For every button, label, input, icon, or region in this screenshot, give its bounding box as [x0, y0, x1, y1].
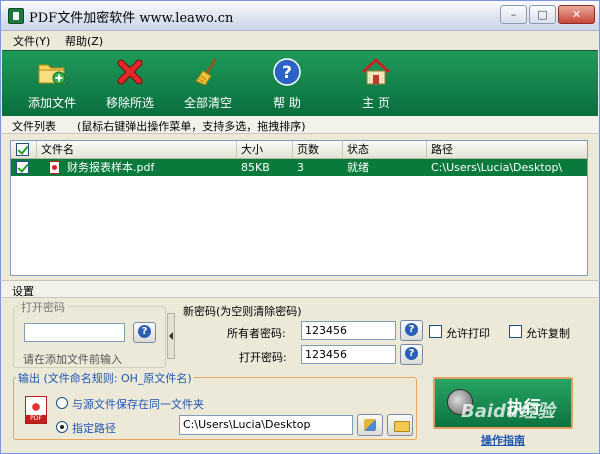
- toolbar: 添加文件 移除所选 全部清空 ? 帮 助 主 页: [2, 50, 598, 116]
- help-label: 帮 助: [273, 96, 301, 110]
- open-password-legend: 打开密码: [19, 299, 67, 315]
- output-legend: 输出 (文件命名规则: OH_原文件名): [16, 370, 194, 386]
- cell-size: 85KB: [241, 161, 270, 174]
- custom-path-radio[interactable]: [56, 421, 68, 433]
- owner-password-input[interactable]: 123456: [301, 321, 396, 340]
- new-open-password-help-button[interactable]: [400, 344, 423, 365]
- close-button[interactable]: ✕: [558, 5, 595, 24]
- settings-header: 设置: [2, 280, 598, 298]
- cell-pages: 3: [297, 161, 304, 174]
- menu-help[interactable]: 帮助(Z): [65, 33, 103, 49]
- menu-file[interactable]: 文件(Y): [13, 33, 50, 49]
- table-row[interactable]: 财务报表样本.pdf 85KB 3 就绪 C:\Users\Lucia\Desk…: [11, 159, 587, 176]
- clear-all-button[interactable]: 全部清空: [168, 54, 248, 114]
- allow-copy-label[interactable]: 允许复制: [526, 325, 570, 341]
- edit-path-button[interactable]: [357, 414, 383, 436]
- owner-password-label: 所有者密码:: [227, 327, 286, 340]
- window-title: PDF文件加密软件 www.leawo.cn: [29, 11, 234, 26]
- app-logo-icon: [8, 8, 24, 24]
- baidu-watermark: Baidu经验: [461, 401, 555, 422]
- remove-selected-label: 移除所选: [105, 96, 154, 110]
- cell-status: 就绪: [347, 161, 369, 174]
- help-question-icon: ?: [273, 58, 301, 86]
- allow-print-checkbox[interactable]: [429, 325, 442, 338]
- red-x-icon: [117, 59, 143, 85]
- app-window: PDF文件加密软件 www.leawo.cn – □ ✕ 文件(Y) 帮助(Z)…: [0, 0, 600, 454]
- minimize-button[interactable]: –: [500, 5, 527, 24]
- home-label: 主 页: [362, 96, 390, 110]
- broom-icon: [195, 58, 217, 86]
- row-checkbox[interactable]: [16, 161, 29, 174]
- file-list-hint: (鼠标右键弹出操作菜单，支持多选，拖拽排序): [77, 120, 306, 133]
- add-file-label: 添加文件: [27, 96, 76, 110]
- cell-path: C:\Users\Lucia\Desktop\: [431, 161, 563, 174]
- help-button[interactable]: ? 帮 助: [247, 54, 327, 114]
- open-password-note: 请在添加文件前输入: [23, 353, 122, 366]
- new-open-password-label: 打开密码:: [239, 351, 287, 364]
- table-header: 文件名 大小 页数 状态 路径: [11, 141, 587, 159]
- browse-folder-button[interactable]: [387, 414, 413, 436]
- custom-path-label[interactable]: 指定路径: [72, 420, 116, 436]
- cell-file-name: 财务报表样本.pdf: [67, 161, 155, 174]
- column-header-name[interactable]: 文件名: [37, 141, 237, 159]
- home-icon: [361, 57, 391, 85]
- file-table[interactable]: 文件名 大小 页数 状态 路径 财务报表样本.pdf 85KB 3 就绪 C:\…: [10, 140, 588, 276]
- open-password-group: 打开密码 请在添加文件前输入: [13, 299, 166, 368]
- same-folder-radio[interactable]: [56, 397, 68, 409]
- same-folder-label[interactable]: 与源文件保存在同一文件夹: [72, 396, 204, 412]
- column-header-path[interactable]: 路径: [427, 141, 587, 159]
- header-select-all[interactable]: [11, 141, 37, 159]
- column-header-size[interactable]: 大小: [237, 141, 293, 159]
- file-list-title: 文件列表: [12, 120, 56, 133]
- allow-print-label[interactable]: 允许打印: [446, 325, 490, 341]
- svg-text:?: ?: [282, 63, 292, 83]
- collapse-panel-handle[interactable]: [167, 313, 175, 359]
- open-password-input[interactable]: [24, 323, 125, 342]
- allow-copy-checkbox[interactable]: [509, 325, 522, 338]
- open-password-help-button[interactable]: [133, 322, 156, 343]
- new-open-password-input[interactable]: 123456: [301, 345, 396, 364]
- settings-title: 设置: [12, 285, 34, 298]
- operation-guide-link[interactable]: 操作指南: [481, 432, 525, 448]
- new-password-title: 新密码(为空则清除密码): [183, 305, 302, 318]
- title-bar[interactable]: PDF文件加密软件 www.leawo.cn – □ ✕: [1, 1, 599, 31]
- output-path-input[interactable]: C:\Users\Lucia\Desktop: [179, 415, 353, 435]
- pdf-file-icon: [49, 161, 60, 174]
- column-header-status[interactable]: 状态: [343, 141, 427, 159]
- column-header-pages[interactable]: 页数: [293, 141, 343, 159]
- maximize-button[interactable]: □: [529, 5, 556, 24]
- home-button[interactable]: 主 页: [336, 54, 416, 114]
- add-folder-icon: [38, 64, 66, 85]
- owner-password-help-button[interactable]: [400, 320, 423, 341]
- remove-selected-button[interactable]: 移除所选: [90, 54, 170, 114]
- select-all-checkbox[interactable]: [16, 143, 29, 156]
- pdf-output-icon: [25, 396, 47, 424]
- clear-all-label: 全部清空: [183, 96, 232, 110]
- add-file-button[interactable]: 添加文件: [12, 54, 92, 114]
- file-list-header: 文件列表 (鼠标右键弹出操作菜单，支持多选，拖拽排序): [2, 116, 598, 134]
- menu-bar: 文件(Y) 帮助(Z): [1, 31, 599, 50]
